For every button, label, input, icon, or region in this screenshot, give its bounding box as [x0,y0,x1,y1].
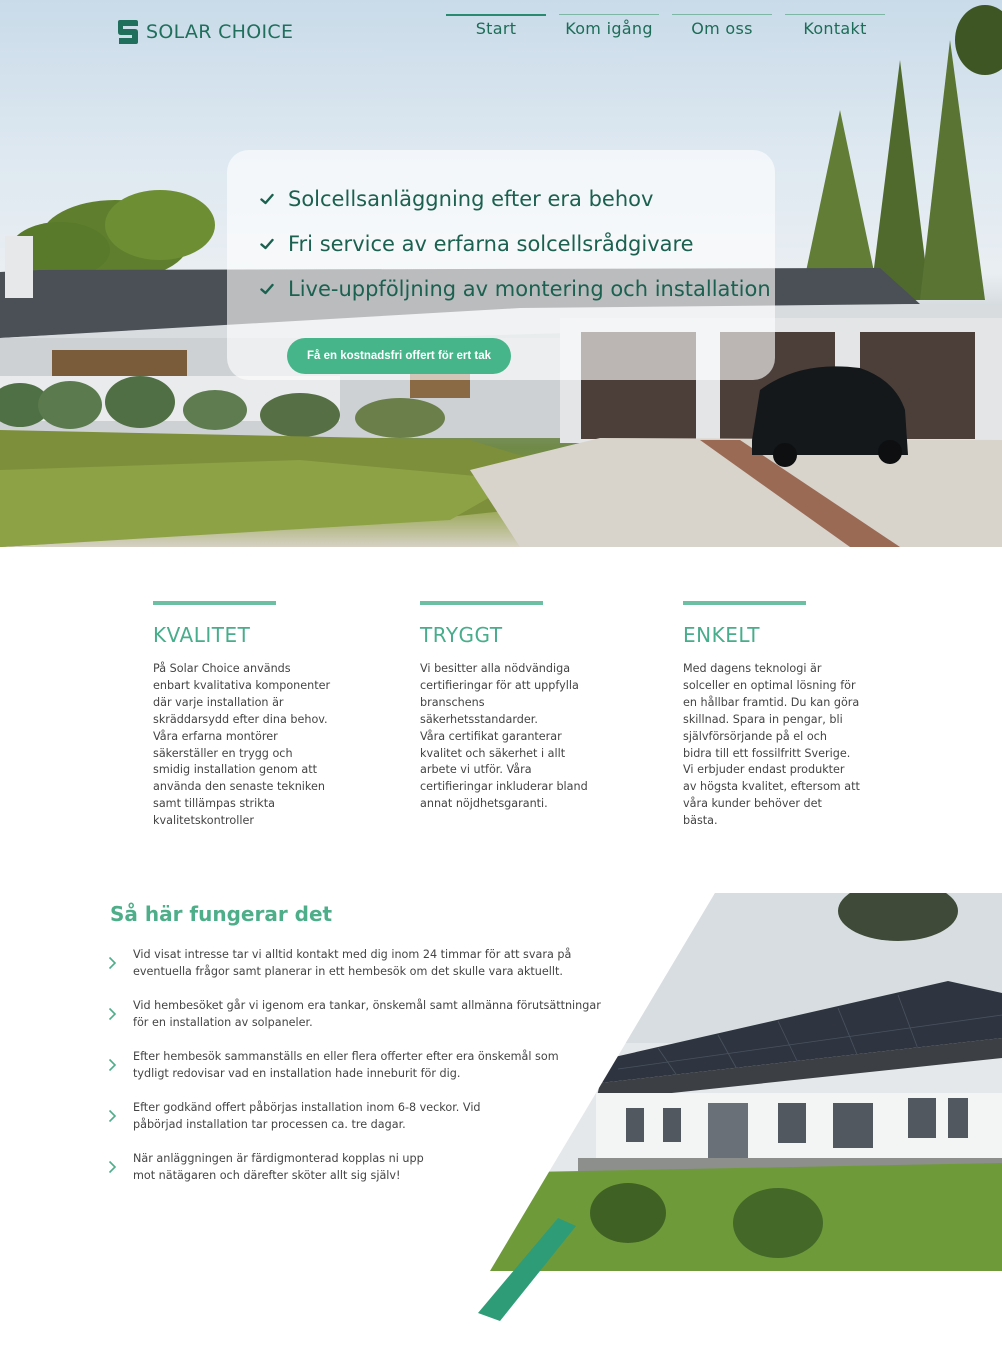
solar-house-photo [478,893,1002,1321]
step-item: När anläggningen är färdigmonterad koppl… [108,1150,424,1184]
column-text: På Solar Choice används enbart kvalitati… [153,662,331,828]
hero-feature: Fri service av erfarna solcellsrådgivare [260,232,694,256]
step-item: Efter godkänd offert påbörjas installati… [108,1099,481,1133]
nav-item-kom-igang[interactable]: Kom igång [559,14,659,38]
main-nav: Start Kom igång Om oss Kontakt [446,14,885,38]
brand-logo[interactable]: SOLAR CHOICE [116,18,293,46]
column-accent-bar [420,601,543,605]
free-quote-button[interactable]: Få en kostnadsfri offert för ert tak [287,338,511,374]
column-accent-bar [683,601,806,605]
feature-column-safe: TRYGGT Vi besitter alla nödvändiga certi… [420,601,620,813]
check-icon [260,238,274,250]
hero-feature-text: Fri service av erfarna solcellsrådgivare [288,232,694,256]
column-title: TRYGGT [420,623,503,647]
chevron-right-icon [108,1109,117,1123]
chevron-right-icon [108,1160,117,1174]
chevron-right-icon [108,956,117,970]
column-accent-bar [153,601,276,605]
column-text: Vi besitter alla nödvändiga certifiering… [420,662,588,811]
how-it-works-title: Så här fungerar det [110,902,333,926]
nav-item-om-oss[interactable]: Om oss [672,14,772,38]
step-text: När anläggningen är färdigmonterad koppl… [133,1152,424,1182]
hero-card: Solcellsanläggning efter era behov Fri s… [227,150,775,380]
hero-feature: Live-uppföljning av montering och instal… [260,277,771,301]
hero-feature-text: Live-uppföljning av montering och instal… [288,277,771,301]
step-text: Efter godkänd offert påbörjas installati… [133,1101,481,1131]
chevron-right-icon [108,1007,117,1021]
hero-section: SOLAR CHOICE Start Kom igång Om oss Kont… [0,0,1002,547]
check-icon [260,283,274,295]
feature-column-quality: KVALITET På Solar Choice används enbart … [153,601,353,830]
column-text: Med dagens teknologi är solceller en opt… [683,662,860,828]
column-title: KVALITET [153,623,251,647]
check-icon [260,193,274,205]
hero-feature-text: Solcellsanläggning efter era behov [288,187,654,211]
column-title: ENKELT [683,623,760,647]
feature-column-simple: ENKELT Med dagens teknologi är solceller… [683,601,883,830]
brand-name: SOLAR CHOICE [146,21,294,43]
nav-item-kontakt[interactable]: Kontakt [785,14,885,38]
chevron-right-icon [108,1058,117,1072]
nav-item-start[interactable]: Start [446,14,546,38]
hero-feature: Solcellsanläggning efter era behov [260,187,653,211]
solar-choice-s-logo-icon [118,20,138,44]
